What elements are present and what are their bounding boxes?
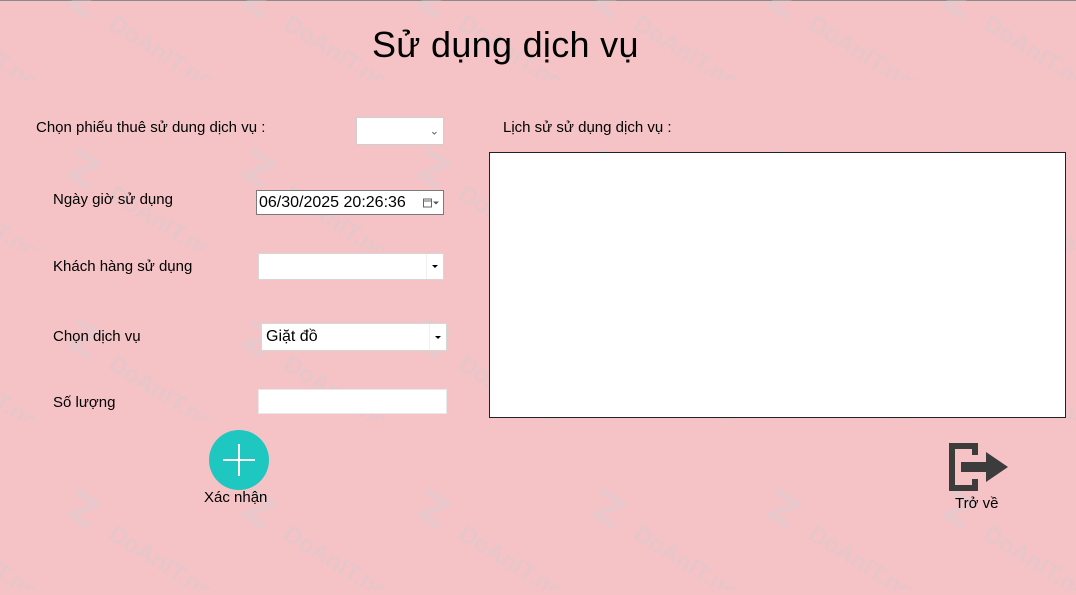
svg-text:DoAnIT.net: DoAnIT.net <box>0 350 49 420</box>
watermark-tile: DoAnIT.net <box>395 480 585 595</box>
svg-text:DoAnIT.net: DoAnIT.net <box>0 10 49 80</box>
svg-text:DoAnIT.net: DoAnIT.net <box>454 520 575 590</box>
svg-text:DoAnIT.net: DoAnIT.net <box>104 520 225 590</box>
page-title: Sử dụng dịch vụ <box>372 24 639 65</box>
service-dropdown[interactable]: Giặt đồ <box>261 323 447 351</box>
svg-text:DoAnIT.net: DoAnIT.net <box>104 350 225 420</box>
svg-text:DoAnIT.net: DoAnIT.net <box>804 10 925 80</box>
calendar-icon[interactable] <box>423 198 439 207</box>
confirm-button[interactable] <box>209 430 269 490</box>
watermark-tile: DoAnIT.net <box>0 310 60 439</box>
svg-text:DoAnIT.net: DoAnIT.net <box>979 10 1076 80</box>
window-top-border <box>0 0 1076 1</box>
history-label: Lịch sử sử dụng dịch vụ : <box>503 119 672 136</box>
svg-text:DoAnIT.net: DoAnIT.net <box>0 520 49 590</box>
svg-text:DoAnIT.net: DoAnIT.net <box>629 520 750 590</box>
datetime-picker[interactable]: 06/30/2025 20:26:36 <box>256 190 444 215</box>
svg-text:DoAnIT.net: DoAnIT.net <box>979 520 1076 590</box>
svg-text:DoAnIT.net: DoAnIT.net <box>0 180 49 250</box>
watermark-tile: DoAnIT.net <box>0 0 60 99</box>
watermark-tile: DoAnIT.net <box>0 480 60 595</box>
service-label: Chọn dịch vụ <box>53 328 141 345</box>
chevron-down-icon: ⌄ <box>429 125 439 138</box>
svg-text:DoAnIT.net: DoAnIT.net <box>804 520 925 590</box>
datetime-value: 06/30/2025 20:26:36 <box>259 193 406 211</box>
watermark-tile: DoAnIT.net <box>745 0 935 100</box>
watermark-tile: DoAnIT.net <box>920 0 1076 100</box>
quantity-input[interactable] <box>258 389 447 414</box>
customer-dropdown[interactable] <box>258 253 444 280</box>
back-label: Trở về <box>955 495 999 512</box>
watermark-tile: DoAnIT.net <box>45 0 235 100</box>
back-button[interactable] <box>946 441 1010 493</box>
rental-slip-dropdown[interactable]: ⌄ <box>356 117 444 145</box>
datetime-label: Ngày giờ sử dụng <box>53 191 173 208</box>
watermark-tile: DoAnIT.net <box>745 480 935 595</box>
service-value: Giặt đồ <box>266 328 318 345</box>
dropdown-arrow-icon[interactable] <box>429 324 446 350</box>
watermark-tile: DoAnIT.net <box>570 480 760 595</box>
rental-slip-label: Chọn phiếu thuê sử dung dịch vụ : <box>36 119 266 136</box>
customer-label: Khách hàng sử dụng <box>53 258 193 275</box>
svg-text:DoAnIT.net: DoAnIT.net <box>279 520 400 590</box>
svg-text:DoAnIT.net: DoAnIT.net <box>629 10 750 80</box>
watermark-tile: DoAnIT.net <box>0 140 60 269</box>
history-list[interactable] <box>489 152 1066 418</box>
svg-text:DoAnIT.net: DoAnIT.net <box>104 10 225 80</box>
confirm-label: Xác nhận <box>204 489 268 506</box>
dropdown-arrow-icon[interactable] <box>426 254 443 279</box>
exit-door-arrow-icon <box>949 443 1008 491</box>
quantity-label: Số lượng <box>53 394 116 411</box>
